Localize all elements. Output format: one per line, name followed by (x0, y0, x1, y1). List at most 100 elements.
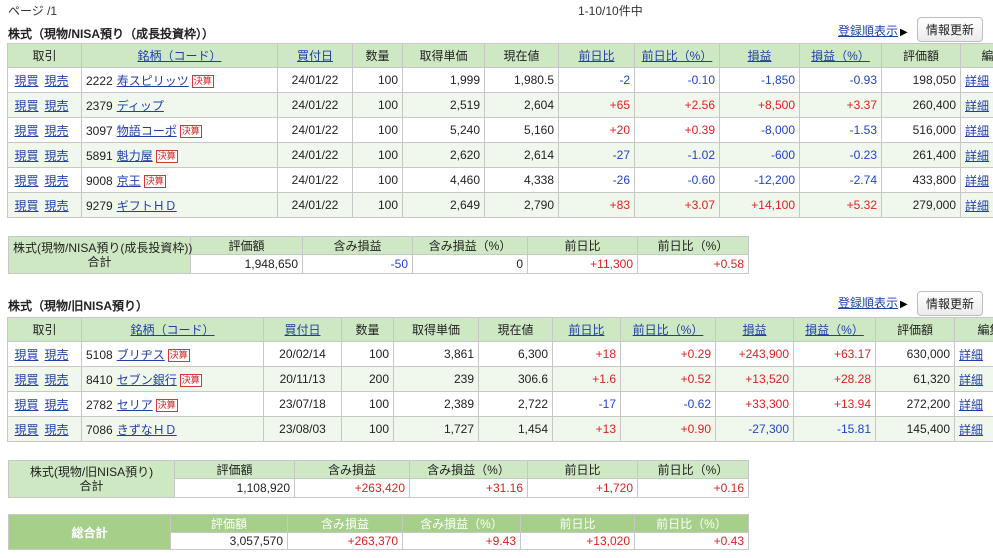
head-date-label[interactable]: 買付日 (284, 323, 320, 337)
buy-link[interactable]: 現買 (14, 423, 38, 437)
refresh-button-2[interactable]: 情報更新 (917, 291, 984, 316)
detail-link[interactable]: 詳細 (965, 124, 989, 138)
stock-name-link[interactable]: セリア (117, 398, 153, 412)
sell-link[interactable]: 現売 (45, 373, 69, 387)
purchase-date: 24/01/22 (277, 67, 353, 93)
head-pl-label[interactable]: 損益 (742, 323, 766, 337)
detail-link[interactable]: 詳細 (965, 149, 989, 163)
buy-link[interactable]: 現買 (14, 74, 38, 88)
refresh-button-1[interactable]: 情報更新 (917, 17, 984, 42)
stock-name-link[interactable]: 寿スピリッツ (117, 74, 189, 88)
head-edit-label: 編集 (977, 323, 993, 337)
buy-link[interactable]: 現買 (14, 124, 38, 138)
head-pl-label[interactable]: 損益 (747, 49, 771, 63)
head-change-pct-label[interactable]: 前日比（%） (642, 49, 713, 63)
stock-name-link[interactable]: きずなＨＤ (117, 423, 177, 437)
detail-link[interactable]: 詳細 (965, 74, 989, 88)
table-body: 現買 現売 5108 ブリヂス 決算 20/02/14 100 3,861 6,300 +18 +0… (7, 341, 993, 442)
head-pl-pct[interactable]: 損益（%） (793, 317, 876, 342)
table-row: 現買 現売 5108 ブリヂス 決算 20/02/14 100 3,861 6,300 +18 +0… (7, 341, 993, 367)
order-toggle-label[interactable]: 登録順表示 (838, 296, 898, 310)
day-change: -17 (552, 391, 621, 417)
head-value-label: 評価額 (896, 323, 933, 337)
detail-link[interactable]: 詳細 (965, 99, 989, 113)
caret-right-icon: ▶ (900, 299, 908, 310)
order-toggle-label[interactable]: 登録順表示 (838, 24, 898, 38)
detail-link[interactable]: 詳細 (965, 199, 989, 213)
head-change-label[interactable]: 前日比 (568, 323, 604, 337)
detail-link[interactable]: 詳細 (959, 423, 983, 437)
head-stock-label[interactable]: 銘柄（コード） (130, 323, 214, 337)
head-pl-pct-label[interactable]: 損益（%） (811, 49, 870, 63)
buy-link[interactable]: 現買 (14, 348, 38, 362)
head-pl-pct[interactable]: 損益（%） (799, 43, 882, 68)
sell-link[interactable]: 現売 (45, 174, 69, 188)
head-trade: 取引 (7, 317, 82, 342)
detail-link[interactable]: 詳細 (959, 348, 983, 362)
head-date[interactable]: 買付日 (277, 43, 353, 68)
head-date-label[interactable]: 買付日 (297, 49, 333, 63)
sell-link[interactable]: 現売 (45, 348, 69, 362)
market-value: 272,200 (875, 391, 955, 417)
buy-link[interactable]: 現買 (14, 398, 38, 412)
summary-value: 1,108,920 (174, 478, 295, 498)
order-toggle-1[interactable]: 登録順表示 ▶ (838, 22, 908, 39)
head-change-pct[interactable]: 前日比（%） (620, 317, 716, 342)
stock-name-link[interactable]: ギフトＨＤ (117, 199, 177, 213)
head-stock[interactable]: 銘柄（コード） (81, 43, 278, 68)
buy-link[interactable]: 現買 (14, 373, 38, 387)
stock-name-link[interactable]: 魁力屋 (117, 149, 153, 163)
head-change-pct[interactable]: 前日比（%） (634, 43, 720, 68)
table-row: 現買 現売 9008 京王 決算 24/01/22 100 4,460 4,338 -26 -0.6… (7, 167, 993, 193)
stock-name-link[interactable]: 京王 (117, 174, 141, 188)
summary-change: +1,720 (527, 478, 638, 498)
profit-loss: +13,520 (715, 366, 794, 392)
detail-link[interactable]: 詳細 (959, 398, 983, 412)
table-row: 現買 現売 2379 ディップ 24/01/22 100 2,519 2,604 +65 +2.5… (7, 92, 993, 118)
summary-head-unrealized: 含み損益 (294, 460, 410, 479)
buy-link[interactable]: 現買 (14, 199, 38, 213)
market-value: 261,400 (881, 142, 961, 168)
day-change-pct: +2.56 (634, 92, 720, 118)
sell-link[interactable]: 現売 (45, 199, 69, 213)
detail-link[interactable]: 詳細 (959, 373, 983, 387)
head-change[interactable]: 前日比 (552, 317, 621, 342)
head-stock[interactable]: 銘柄（コード） (81, 317, 264, 342)
day-change: +83 (558, 192, 635, 218)
stock-cell: 3097 物語コーポ 決算 (81, 117, 278, 143)
total-head-change: 前日比 (520, 514, 635, 533)
sell-link[interactable]: 現売 (45, 99, 69, 113)
stock-name-link[interactable]: ディップ (117, 99, 164, 113)
profit-loss-pct: +28.28 (793, 366, 876, 392)
summary-unrealized-pct: 0 (412, 254, 528, 274)
day-change-pct: -1.02 (634, 142, 720, 168)
sell-link[interactable]: 現売 (45, 124, 69, 138)
cost-price: 5,240 (402, 117, 485, 143)
stock-name-link[interactable]: ブリヂス (117, 348, 165, 362)
head-change-pct-label[interactable]: 前日比（%） (633, 323, 704, 337)
head-pl-pct-label[interactable]: 損益（%） (805, 323, 864, 337)
head-change-label[interactable]: 前日比 (578, 49, 614, 63)
sell-link[interactable]: 現売 (45, 423, 69, 437)
order-toggle-2[interactable]: 登録順表示 ▶ (838, 294, 908, 311)
stock-cell: 9008 京王 決算 (81, 167, 278, 193)
head-date[interactable]: 買付日 (263, 317, 342, 342)
buy-link[interactable]: 現買 (14, 99, 38, 113)
current-price: 1,454 (478, 416, 553, 442)
head-change[interactable]: 前日比 (558, 43, 635, 68)
sell-link[interactable]: 現売 (45, 398, 69, 412)
head-pl[interactable]: 損益 (719, 43, 800, 68)
summary-head-change-pct: 前日比（%） (637, 460, 749, 479)
stock-name-link[interactable]: セブン銀行 (117, 373, 177, 387)
sell-link[interactable]: 現売 (45, 149, 69, 163)
head-qty-label: 数量 (355, 323, 380, 337)
total-head-unrealized-pct: 含み損益（%） (402, 514, 521, 533)
head-stock-label[interactable]: 銘柄（コード） (137, 49, 221, 63)
earnings-badge: 決算 (167, 348, 190, 362)
detail-link[interactable]: 詳細 (965, 174, 989, 188)
head-pl[interactable]: 損益 (715, 317, 794, 342)
stock-name-link[interactable]: 物語コーポ (117, 124, 177, 138)
buy-link[interactable]: 現買 (14, 149, 38, 163)
buy-link[interactable]: 現買 (14, 174, 38, 188)
sell-link[interactable]: 現売 (45, 74, 69, 88)
